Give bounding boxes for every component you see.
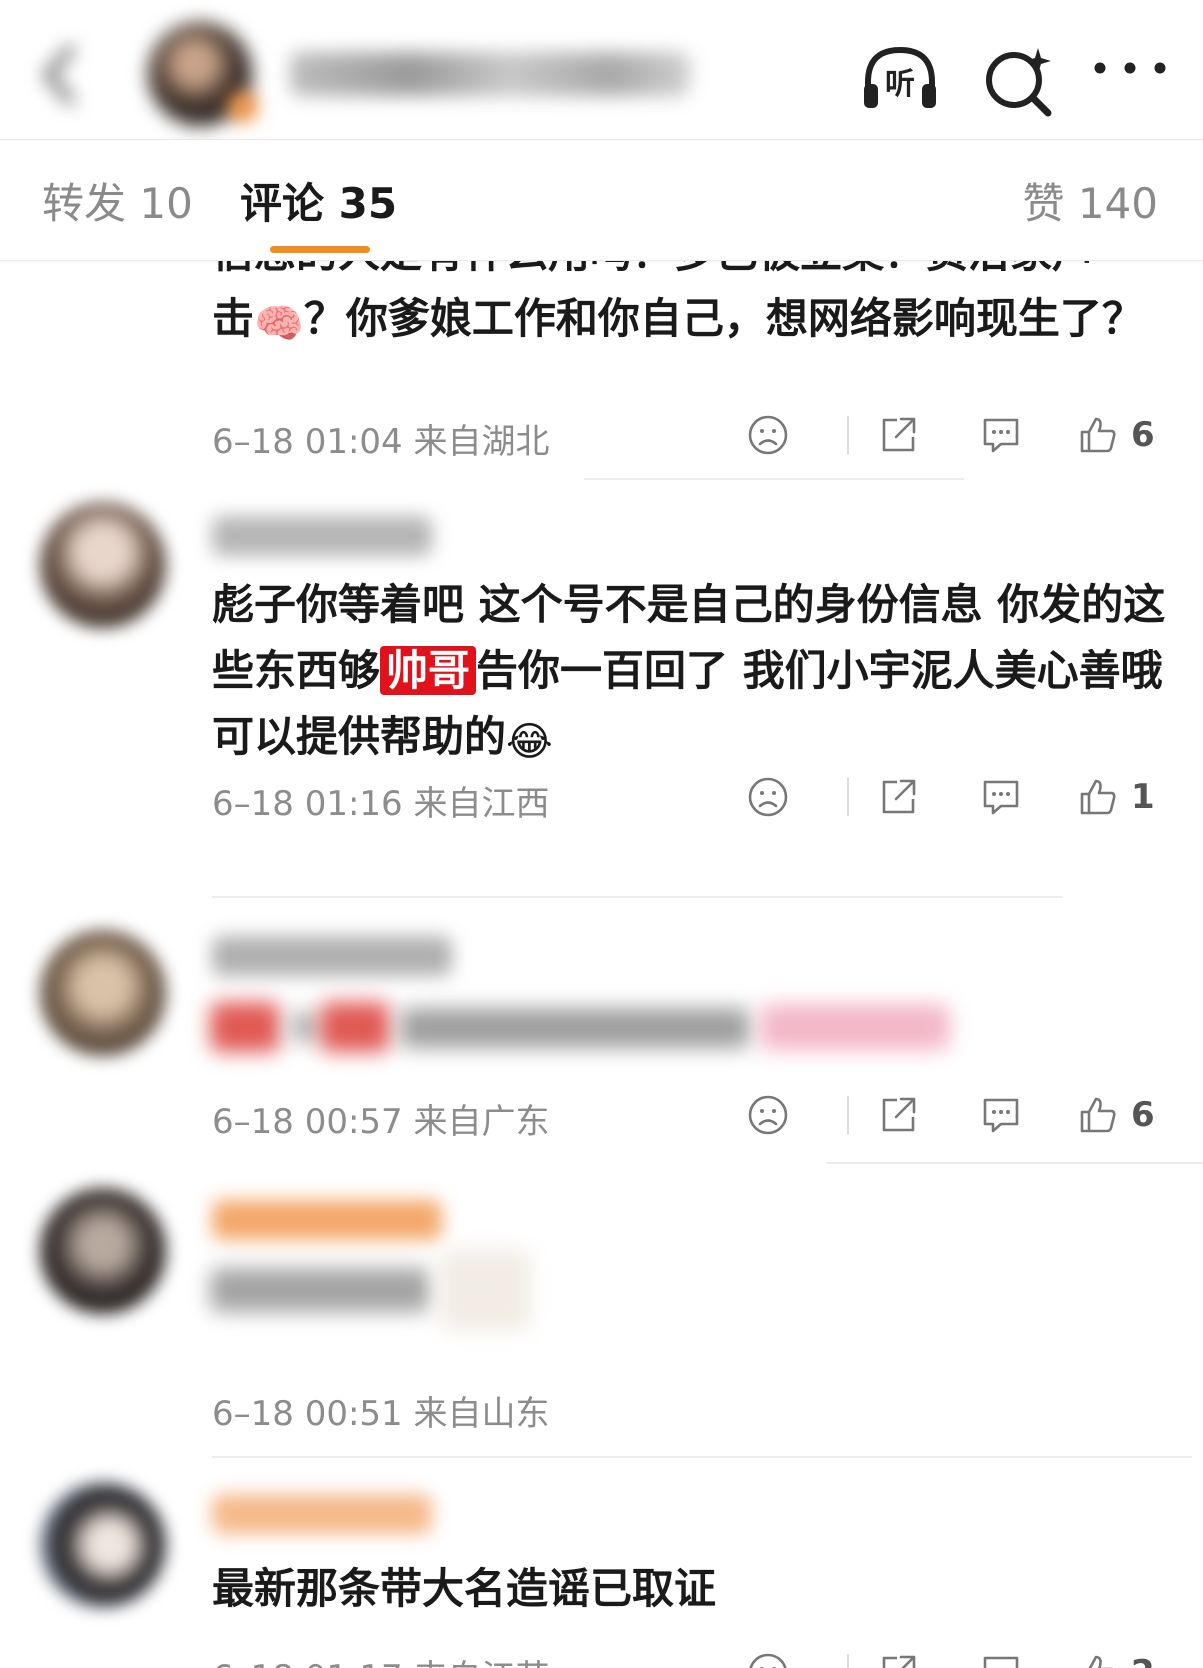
like-button[interactable]: 6 [1077, 1090, 1155, 1140]
divider [847, 778, 849, 816]
divider [847, 416, 849, 454]
avatar[interactable] [40, 930, 166, 1056]
sad-face-icon [748, 1095, 788, 1135]
avatar[interactable] [40, 1188, 166, 1314]
redacted-text [210, 1268, 430, 1312]
listen-button[interactable]: 听 [858, 38, 942, 122]
active-tab-indicator [270, 246, 370, 253]
reply-button[interactable] [979, 1648, 1023, 1668]
thumbs-up-icon [1088, 1655, 1113, 1668]
brain-emoji: 🧠 [254, 301, 304, 347]
thumbs-up-icon [1080, 779, 1116, 815]
dislike-button[interactable] [747, 410, 789, 460]
redacted-text [320, 1002, 390, 1052]
comment-actions: 1 [747, 772, 1167, 822]
comment-meta: 6–18 01:17 来自江苏 [212, 1650, 550, 1668]
like-button[interactable]: 1 [1077, 772, 1155, 822]
comment-icon [983, 418, 1019, 453]
dislike-button[interactable] [747, 1648, 789, 1668]
top-bar: 听 [0, 0, 1203, 140]
reply-button[interactable] [979, 410, 1023, 460]
reply-button[interactable] [979, 772, 1023, 822]
like-button[interactable]: 2 [1077, 1648, 1155, 1668]
username[interactable] [212, 516, 432, 556]
author-name[interactable] [290, 52, 690, 96]
share-button[interactable] [877, 1090, 919, 1140]
share-button[interactable] [877, 1648, 919, 1668]
share-button[interactable] [877, 772, 919, 822]
like-count: 6 [1131, 415, 1155, 455]
more-dots-icon [1094, 62, 1166, 74]
redacted-emoji [760, 1004, 950, 1050]
redacted-image [440, 1250, 530, 1330]
tab-comments[interactable]: 评论 35 [240, 170, 397, 231]
dislike-button[interactable] [747, 772, 789, 822]
comment-text: 最新那条带大名造谣已取证 [212, 1564, 717, 1613]
like-count: 6 [1131, 1095, 1155, 1135]
comment-actions: 6 [747, 410, 1167, 460]
thumbs-up-icon [1080, 417, 1116, 453]
comment-meta: 6–18 00:51 来自山东 [212, 1394, 550, 1434]
tab-repost[interactable]: 转发 10 [42, 170, 193, 231]
laugh-cry-emoji: 😂 [506, 719, 553, 765]
share-icon [882, 417, 916, 452]
avatar[interactable] [40, 1482, 166, 1608]
share-icon [882, 779, 916, 814]
redacted-text [290, 1012, 320, 1042]
divider [847, 1096, 849, 1134]
reply-button[interactable] [979, 1090, 1023, 1140]
dislike-button[interactable] [747, 1090, 789, 1140]
avatar[interactable] [40, 502, 166, 628]
divider [826, 1162, 1203, 1164]
tab-likes[interactable]: 赞 140 [1022, 170, 1158, 231]
share-button[interactable] [877, 410, 919, 460]
back-button[interactable] [30, 40, 90, 110]
username[interactable] [212, 936, 452, 976]
redacted-text [210, 1002, 280, 1052]
share-icon [882, 1097, 916, 1132]
divider [584, 478, 964, 480]
verified-badge-icon [228, 92, 258, 122]
tab-bar: 转发 10 评论 35 赞 140 [0, 140, 1203, 261]
divider [212, 1456, 1192, 1458]
comment-icon [983, 1098, 1019, 1133]
divider [847, 1654, 849, 1668]
highlight-tag[interactable]: 帅哥 [380, 646, 477, 695]
like-count: 1 [1131, 777, 1155, 817]
comment-icon [983, 1656, 1019, 1668]
listen-label: 听 [885, 67, 915, 102]
comment-meta: 6–18 01:16 来自江西 [212, 784, 550, 824]
comment-actions: 6 [747, 1090, 1167, 1140]
search-button[interactable] [978, 38, 1062, 122]
username[interactable] [212, 1200, 442, 1240]
comment-icon [983, 780, 1019, 815]
comment-meta: 6–18 01:04 来自湖北 [212, 422, 550, 462]
like-count: 2 [1131, 1653, 1155, 1668]
chevron-left-icon [43, 45, 75, 105]
share-icon [882, 1655, 916, 1668]
comment-meta: 6–18 00:57 来自广东 [212, 1102, 550, 1142]
comment-actions: 2 [747, 1648, 1167, 1668]
comment-text: 彪子你等着吧 这个号不是自己的身份信息 你发的这些东西够 帅哥 告你一百回了 我们小… [212, 580, 1166, 765]
search-sparkle-icon [986, 48, 1052, 117]
thumbs-up-icon [1080, 1097, 1116, 1133]
more-button[interactable] [1088, 38, 1172, 122]
sad-face-icon [749, 1653, 787, 1668]
like-button[interactable]: 6 [1077, 410, 1155, 460]
sad-face-icon [748, 777, 788, 817]
redacted-text [400, 1008, 750, 1048]
sad-face-icon [748, 415, 788, 455]
username[interactable] [212, 1494, 432, 1534]
divider [212, 896, 1062, 898]
